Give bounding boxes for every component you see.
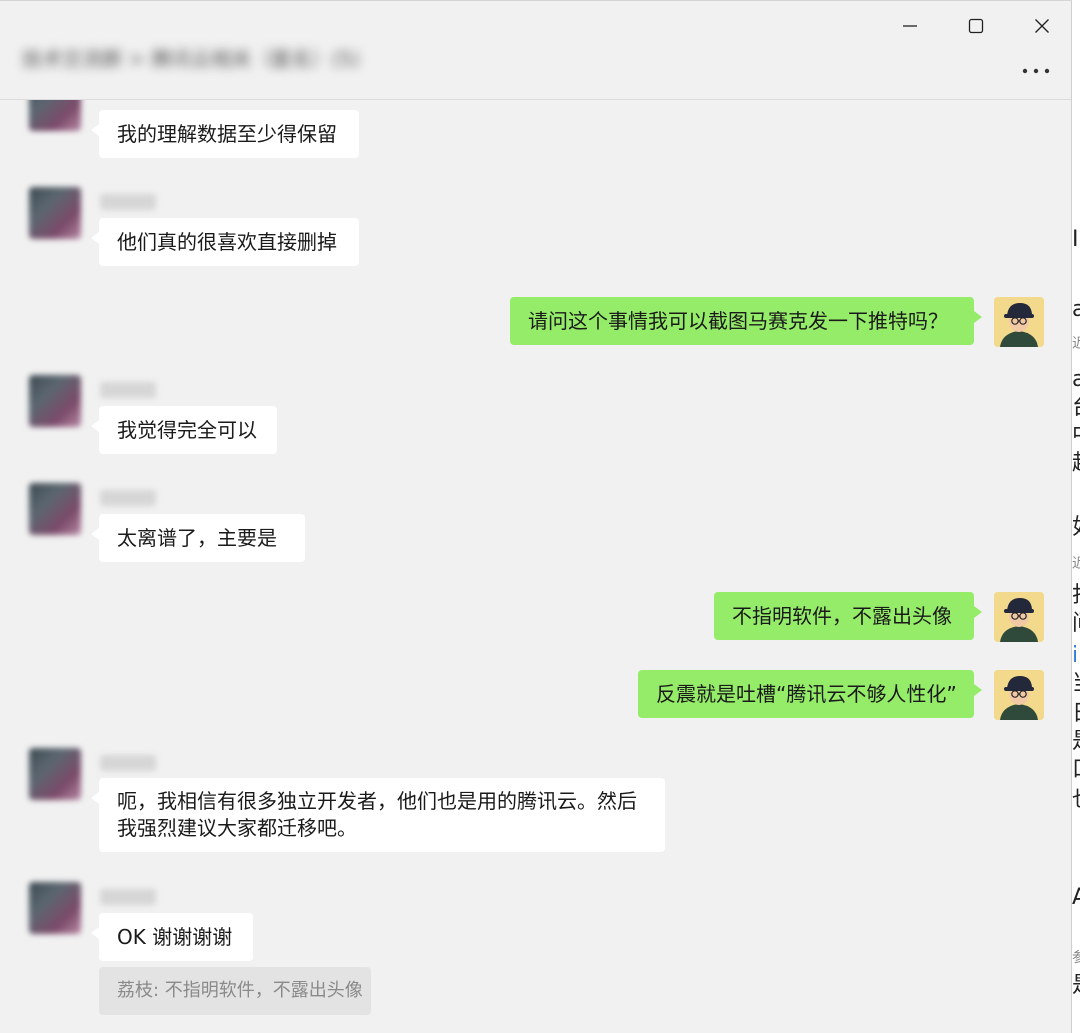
background-text-fragment: 口 [1072,758,1080,782]
title-bar: 技术交流群 > 腾讯云相关（匿名）(5) [0,1,1071,100]
background-text-fragment: 中 [1072,424,1080,448]
message-bubble-received[interactable]: 太离谱了，主要是 [91,514,305,562]
background-text-fragment: 如 [1072,516,1080,540]
more-options-button[interactable] [1014,59,1058,83]
user-avatar-icon [994,670,1044,720]
sender-name [100,194,156,210]
user-avatar-icon [994,592,1044,642]
background-window-edge: I a 近 a 台 中 越 如 近 打 问 i 当 日 是 口 也 A 参 是 [1072,0,1080,1033]
background-text-fragment: I [1072,227,1079,252]
sender-name [100,889,156,905]
avatar[interactable] [994,592,1044,642]
message-list[interactable]: 我的理解数据至少得保留 他们真的很喜欢直接删掉 请问这个事情我可以截图马赛克发一… [0,100,1071,1033]
avatar[interactable] [29,187,81,239]
background-text-fragment: 问 [1072,612,1080,636]
close-icon [1035,19,1049,33]
background-text-fragment: 台 [1072,396,1080,420]
message-bubble-sent[interactable]: 不指明软件，不露出头像 [714,592,982,640]
message-bubble-received[interactable]: 呃，我相信有很多独立开发者，他们也是用的腾讯云。然后 我强烈建议大家都迁移吧。 [91,778,665,852]
avatar[interactable] [29,483,81,535]
background-text-fragment: a [1072,297,1080,322]
background-text-fragment: A [1072,885,1080,910]
minimize-button[interactable] [888,9,932,43]
sender-name [100,490,156,506]
avatar[interactable] [994,297,1044,347]
more-horizontal-icon [1022,68,1050,74]
message-bubble-sent[interactable]: 请问这个事情我可以截图马赛克发一下推特吗？ [510,297,982,345]
minimize-icon [903,25,917,27]
background-text-fragment: 参 [1072,950,1080,966]
avatar[interactable] [29,882,81,934]
avatar[interactable] [29,100,81,131]
background-text-fragment: 当 [1072,672,1080,696]
quoted-reply[interactable]: 荔枝: 不指明软件，不露出头像 [99,967,371,1015]
background-text-fragment: 日 [1072,702,1080,726]
chat-window: 技术交流群 > 腾讯云相关（匿名）(5) 我的理解数据至少得保留 他们真的很喜欢… [0,0,1072,1033]
message-bubble-received[interactable]: 我觉得完全可以 [91,406,277,454]
message-bubble-received[interactable]: 他们真的很喜欢直接删掉 [91,218,359,266]
background-text-fragment: 也 [1072,788,1080,812]
avatar[interactable] [29,748,81,800]
background-text-fragment: 近 [1072,556,1080,572]
avatar[interactable] [29,375,81,427]
background-text-fragment: 是 [1072,974,1080,998]
background-text-fragment: a [1072,367,1080,392]
message-bubble-sent[interactable]: 反震就是吐槽“腾讯云不够人性化” [638,670,982,718]
sender-name [100,755,156,771]
background-link-fragment[interactable]: i [1072,644,1078,668]
background-text-fragment: 是 [1072,730,1080,754]
background-text-fragment: 打 [1072,584,1080,608]
user-avatar-icon [994,297,1044,347]
background-text-fragment: 近 [1072,336,1080,352]
maximize-button[interactable] [954,9,998,43]
background-text-fragment: 越 [1072,452,1080,476]
message-line: 我强烈建议大家都迁移吧。 [117,816,357,840]
chat-title: 技术交流群 > 腾讯云相关（匿名）(5) [22,47,360,71]
message-line: 呃，我相信有很多独立开发者，他们也是用的腾讯云。然后 [117,789,637,813]
sender-name [100,382,156,398]
avatar[interactable] [994,670,1044,720]
message-bubble-received[interactable]: OK 谢谢谢谢 [91,913,253,961]
message-bubble-received[interactable]: 我的理解数据至少得保留 [91,110,359,158]
maximize-icon [968,18,984,34]
close-button[interactable] [1020,9,1064,43]
